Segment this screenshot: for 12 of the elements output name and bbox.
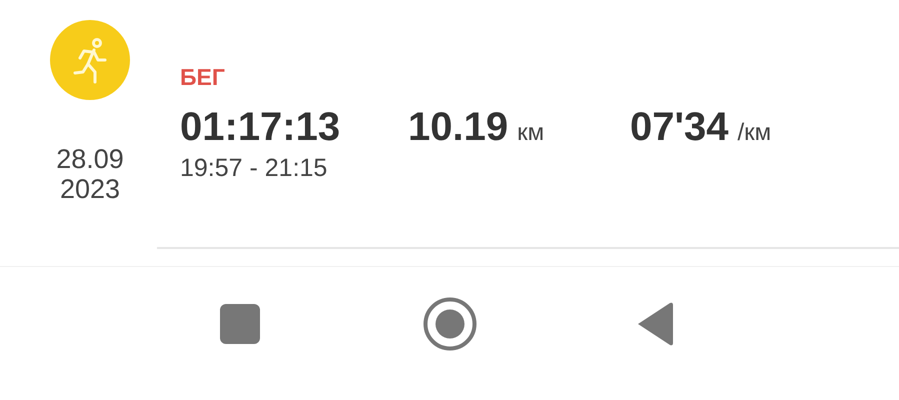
stat-unit: /км <box>738 119 772 147</box>
time-range: 19:57 - 21:15 <box>180 154 328 183</box>
back-icon[interactable] <box>636 300 674 346</box>
stat-value: 10.19 <box>408 104 508 150</box>
recent-apps-icon[interactable] <box>220 304 260 344</box>
home-icon[interactable] <box>423 296 477 350</box>
activity-type: БЕГ <box>180 64 226 90</box>
stat-value: 01:17:13 <box>180 104 340 150</box>
running-person-icon <box>50 20 130 100</box>
workout-date: 28.09 2023 <box>56 144 124 204</box>
stat-unit: км <box>517 119 544 147</box>
stat-value: 07'34 <box>630 104 728 150</box>
